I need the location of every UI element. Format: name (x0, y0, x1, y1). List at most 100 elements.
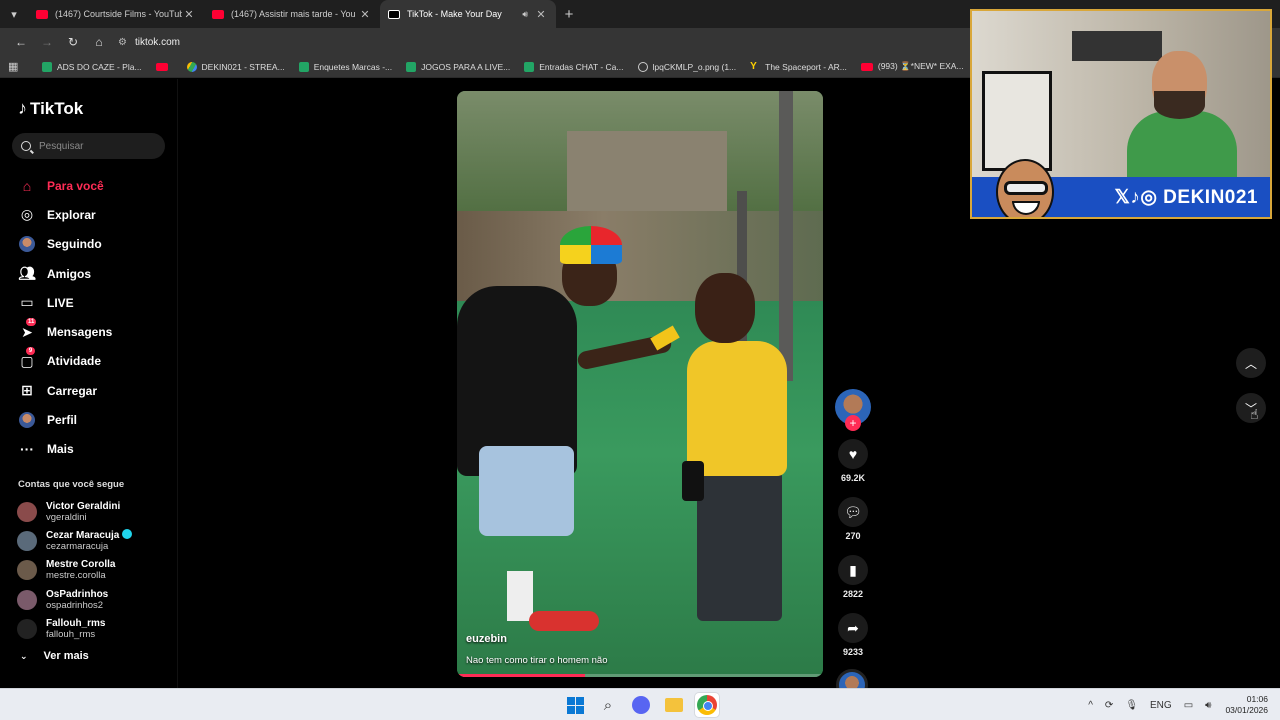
following-account[interactable]: Victor Geraldini vgeraldini (17, 497, 132, 526)
following-account[interactable]: Mestre Corolla mestre.corolla (17, 556, 132, 585)
bookmark[interactable]: Entradas CHAT - Ca... (524, 61, 624, 72)
video-player[interactable]: euzebin Nao tem como tirar o homem não (457, 91, 823, 677)
video-caption: Nao tem como tirar o homem não (466, 655, 608, 666)
bookmark[interactable]: ADS DO CAZE - Pla... (42, 61, 142, 72)
heart-icon[interactable]: ♥ (838, 439, 868, 469)
webcam-overlay: 𝕏♪◎ DEKIN021 (970, 9, 1272, 219)
avatar (17, 501, 37, 522)
following-account[interactable]: Cezar Maracuja cezarmaracuja (17, 526, 133, 555)
video-actions: + ♥ 69.2K 💬︎ 270 ▮ 2822 ➦ 9233 (833, 389, 873, 701)
discord-icon[interactable] (629, 693, 653, 717)
site-info-icon[interactable]: ⚙︎ (118, 37, 127, 48)
sidebar-item-carregar[interactable]: ⊞ Carregar (18, 376, 112, 405)
bookmark[interactable]: DEKIN021 - STREA... (186, 61, 285, 72)
share-icon[interactable]: ➦ (838, 613, 868, 643)
video-progress-bar[interactable] (457, 674, 823, 677)
sidebar-item-live[interactable]: ▭ LIVE (18, 288, 112, 317)
video-username[interactable]: euzebin (466, 633, 507, 645)
new-tab-button[interactable]: + (556, 6, 582, 23)
screen: ▾ (1467) Courtside Films - YouTub ✕ (146… (0, 0, 1280, 720)
language-indicator[interactable]: ENG (1150, 700, 1172, 711)
speaker-icon[interactable]: 🔊︎ (522, 9, 528, 20)
sidebar-item-amigos[interactable]: 👥︎ Amigos (18, 259, 112, 288)
close-tab-icon[interactable]: ✕ (534, 8, 548, 21)
bookmark[interactable] (155, 62, 173, 71)
sidebar-item-seguindo[interactable]: Seguindo (18, 230, 112, 259)
sheets-icon (298, 61, 309, 72)
video-scene-pole (779, 91, 793, 381)
save-count: 2822 (842, 589, 864, 599)
previous-video-button[interactable]: ︿ (1236, 348, 1266, 378)
sidebar-item-explorar[interactable]: ◎ Explorar (18, 200, 112, 229)
chrome-icon[interactable] (695, 693, 719, 717)
bookmark-icon[interactable]: ▮ (838, 555, 868, 585)
bookmark[interactable]: Y The Spaceport - AR... (750, 61, 847, 72)
sidebar-item-atividade[interactable]: ▢ 9 Atividade (18, 347, 112, 376)
forward-icon[interactable]: → (34, 35, 60, 49)
home-icon[interactable]: ⌂ (86, 35, 112, 49)
tab-title: (1467) Courtside Films - YouTub (55, 9, 182, 19)
notification-badge: 11 (26, 318, 37, 327)
close-tab-icon[interactable]: ✕ (358, 8, 372, 21)
reload-icon[interactable]: ↻ (60, 35, 86, 49)
search-input[interactable] (39, 140, 149, 152)
bookmark-label: lpqCKMLP_o.png (1... (652, 61, 737, 72)
see-more-button[interactable]: ⌄ Ver mais (20, 650, 89, 662)
bookmark-label: Enquetes Marcas -... (313, 61, 393, 72)
search-icon (21, 141, 31, 151)
bookmark[interactable]: lpqCKMLP_o.png (1... (637, 61, 737, 72)
sync-icon[interactable]: ⟳ (1105, 700, 1113, 711)
share-action: ➦ 9233 (833, 613, 873, 657)
bookmark[interactable]: JOGOS PARA A LIVE... (406, 61, 510, 72)
y-icon: Y (750, 61, 757, 72)
follow-plus-icon[interactable]: + (845, 415, 861, 431)
account-name: OsPadrinhos (46, 588, 109, 600)
following-account[interactable]: Fallouh_rms fallouh_rms (17, 614, 132, 643)
url-field[interactable]: ⚙︎ tiktok.com (118, 31, 180, 53)
search-box[interactable] (12, 133, 165, 159)
video-person-shoe (529, 611, 599, 631)
windows-start-icon[interactable] (563, 693, 587, 717)
account-name: Mestre Corolla (46, 559, 116, 571)
sidebar-item-perfil[interactable]: Perfil (18, 405, 112, 434)
video-person-shorts (479, 446, 574, 536)
bookmark-label: DEKIN021 - STREA... (201, 61, 285, 72)
like-count: 69.2K (840, 473, 866, 483)
url-text: tiktok.com (134, 36, 180, 48)
bookmark[interactable]: Enquetes Marcas -... (298, 61, 393, 72)
browser-tab[interactable]: (1467) Courtside Films - YouTub ✕ (28, 0, 204, 28)
comment-icon[interactable]: 💬︎ (838, 497, 868, 527)
apps-grid-icon[interactable]: ▦ (8, 60, 28, 73)
mascot-avatar (996, 159, 1054, 217)
avatar (17, 530, 37, 551)
bookmark[interactable]: (993) ⏳*NEW* EXA... (860, 61, 964, 72)
volume-icon[interactable]: 🔊︎ (1205, 700, 1211, 711)
search-icon[interactable]: ⌕ (596, 693, 620, 717)
close-tab-icon[interactable]: ✕ (182, 8, 196, 21)
tab-title: (1467) Assistir mais tarde - You (231, 9, 356, 19)
following-account[interactable]: OsPadrinhos ospadrinhos2 (17, 585, 132, 614)
chevron-down-icon: ⌄ (20, 650, 28, 661)
live-icon: ▭ (20, 294, 34, 311)
tab-title: TikTok - Make Your Day (407, 9, 502, 19)
clock[interactable]: 01:06 03/01/2026 (1225, 694, 1268, 716)
tiktok-logo[interactable]: ♪ TikTok (18, 98, 83, 119)
sidebar-item-mais[interactable]: ··· Mais (18, 435, 112, 464)
tab-search-menu-icon[interactable]: ▾ (0, 0, 28, 28)
tiktok-note-icon: ♪ (18, 98, 27, 118)
author-avatar[interactable]: + (835, 389, 871, 431)
sidebar-item-mensagens[interactable]: ➤ 11 Mensagens (18, 317, 112, 346)
following-list: Victor Geraldini vgeraldini Cezar Maracuj… (17, 497, 133, 643)
browser-tab-active[interactable]: TikTok - Make Your Day 🔊︎ ✕ (380, 0, 556, 28)
verified-badge-icon (122, 529, 133, 540)
browser-tab[interactable]: (1467) Assistir mais tarde - You ✕ (204, 0, 380, 28)
youtube-icon (155, 62, 168, 71)
chevron-up-icon[interactable]: ^ (1088, 700, 1093, 711)
back-icon[interactable]: ← (8, 35, 34, 49)
mouse-cursor-icon: ☝︎ (1250, 406, 1259, 422)
account-name: Cezar Maracuja (46, 530, 120, 542)
network-icon[interactable]: ▭ (1184, 700, 1193, 711)
file-explorer-icon[interactable] (662, 693, 686, 717)
sidebar-item-para-voce[interactable]: ⌂ Para você (18, 171, 112, 200)
microphone-icon[interactable]: 🎙︎ (1125, 700, 1138, 711)
